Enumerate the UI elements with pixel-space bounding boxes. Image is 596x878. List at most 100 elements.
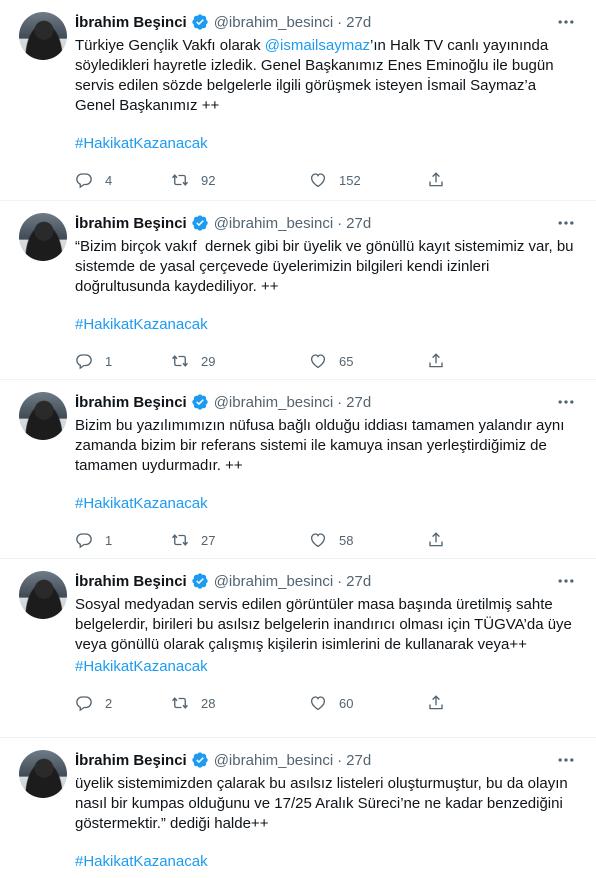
- tweet-text: Bizim bu yazılımımızın nüfusa bağlı oldu…: [75, 417, 569, 474]
- like-button[interactable]: 65: [309, 352, 427, 370]
- retweet-button[interactable]: 28: [171, 694, 309, 712]
- separator-dot: ·: [337, 393, 343, 411]
- tweet[interactable]: İbrahim Beşinci @ibrahim_besinci · 27d B…: [0, 380, 596, 559]
- author-handle[interactable]: @ibrahim_besinci: [214, 752, 333, 769]
- author-name[interactable]: İbrahim Beşinci: [75, 215, 187, 232]
- like-button[interactable]: 58: [309, 531, 427, 549]
- separator-dot: ·: [337, 13, 343, 31]
- tweet-actions: 1 27 58: [75, 530, 580, 562]
- more-icon[interactable]: [556, 571, 576, 591]
- verified-badge-icon: [191, 572, 209, 590]
- tweet-text: “Bizim birçok vakıf dernek gibi bir üyel…: [75, 238, 578, 295]
- like-icon: [309, 531, 327, 549]
- tweet-actions: 4 92 152: [75, 170, 580, 202]
- reply-icon: [75, 694, 93, 712]
- tweet-time[interactable]: 27d: [346, 215, 371, 232]
- retweet-button[interactable]: 27: [171, 531, 309, 549]
- mention-link[interactable]: @ismailsaymaz: [265, 37, 370, 54]
- verified-badge-icon: [191, 751, 209, 769]
- more-icon[interactable]: [556, 213, 576, 233]
- like-icon: [309, 171, 327, 189]
- like-count: 65: [339, 353, 354, 369]
- retweet-button[interactable]: 29: [171, 352, 309, 370]
- hashtag-link[interactable]: #HakikatKazanacak: [75, 494, 580, 514]
- share-icon: [427, 694, 445, 712]
- like-button[interactable]: 60: [309, 694, 427, 712]
- separator-dot: ·: [337, 572, 343, 590]
- verified-badge-icon: [191, 393, 209, 411]
- tweet-time[interactable]: 27d: [346, 394, 371, 411]
- avatar[interactable]: [19, 12, 67, 60]
- tweet-actions: 1 29 65: [75, 351, 580, 383]
- hashtag-link[interactable]: #HakikatKazanacak: [75, 657, 580, 677]
- tweet-actions: 2 28 60: [75, 693, 580, 725]
- reply-button[interactable]: 4: [75, 171, 171, 189]
- like-icon: [309, 694, 327, 712]
- author-handle[interactable]: @ibrahim_besinci: [214, 394, 333, 411]
- reply-count: 1: [105, 532, 113, 548]
- more-icon[interactable]: [556, 750, 576, 770]
- retweet-count: 28: [201, 695, 216, 711]
- share-icon: [427, 171, 445, 189]
- share-button[interactable]: [427, 171, 445, 189]
- author-name[interactable]: İbrahim Beşinci: [75, 573, 187, 590]
- hashtag-link[interactable]: #HakikatKazanacak: [75, 852, 580, 872]
- reply-icon: [75, 352, 93, 370]
- reply-button[interactable]: 2: [75, 694, 171, 712]
- like-count: 58: [339, 532, 354, 548]
- author-handle[interactable]: @ibrahim_besinci: [214, 14, 333, 31]
- retweet-icon: [171, 531, 189, 549]
- more-icon[interactable]: [556, 392, 576, 412]
- author-name[interactable]: İbrahim Beşinci: [75, 394, 187, 411]
- tweet[interactable]: İbrahim Beşinci @ibrahim_besinci · 27d ü…: [0, 738, 596, 878]
- retweet-icon: [171, 171, 189, 189]
- hashtag-link[interactable]: #HakikatKazanacak: [75, 315, 580, 335]
- separator-dot: ·: [337, 214, 343, 232]
- tweet-header: İbrahim Beşinci @ibrahim_besinci · 27d: [75, 390, 580, 414]
- reply-icon: [75, 531, 93, 549]
- avatar[interactable]: [19, 392, 67, 440]
- tweet-text-part: Türkiye Gençlik Vakfı olarak: [75, 37, 265, 54]
- like-icon: [309, 352, 327, 370]
- tweet[interactable]: İbrahim Beşinci @ibrahim_besinci · 27d “…: [0, 201, 596, 380]
- avatar[interactable]: [19, 571, 67, 619]
- tweet-header: İbrahim Beşinci @ibrahim_besinci · 27d: [75, 748, 580, 772]
- verified-badge-icon: [191, 214, 209, 232]
- avatar[interactable]: [19, 750, 67, 798]
- retweet-count: 92: [201, 172, 216, 188]
- tweet-time[interactable]: 27d: [346, 14, 371, 31]
- tweet-text: Türkiye Gençlik Vakfı olarak @ismailsaym…: [75, 36, 580, 116]
- hashtag-link[interactable]: #HakikatKazanacak: [75, 134, 580, 154]
- share-button[interactable]: [427, 531, 445, 549]
- like-button[interactable]: 152: [309, 171, 427, 189]
- reply-count: 1: [105, 353, 113, 369]
- tweet-text: üyelik sistemimizden çalarak bu asılsız …: [75, 775, 572, 832]
- retweet-count: 29: [201, 353, 216, 369]
- share-button[interactable]: [427, 352, 445, 370]
- tweet[interactable]: İbrahim Beşinci @ibrahim_besinci · 27d S…: [0, 559, 596, 738]
- tweet-time[interactable]: 27d: [346, 752, 371, 769]
- retweet-icon: [171, 352, 189, 370]
- share-icon: [427, 531, 445, 549]
- like-count: 152: [339, 172, 361, 188]
- author-name[interactable]: İbrahim Beşinci: [75, 752, 187, 769]
- verified-badge-icon: [191, 13, 209, 31]
- tweet-time[interactable]: 27d: [346, 573, 371, 590]
- tweet-header: İbrahim Beşinci @ibrahim_besinci · 27d: [75, 569, 580, 593]
- share-icon: [427, 352, 445, 370]
- retweet-button[interactable]: 92: [171, 171, 309, 189]
- like-count: 60: [339, 695, 354, 711]
- more-icon[interactable]: [556, 12, 576, 32]
- author-handle[interactable]: @ibrahim_besinci: [214, 215, 333, 232]
- author-handle[interactable]: @ibrahim_besinci: [214, 573, 333, 590]
- avatar[interactable]: [19, 213, 67, 261]
- reply-button[interactable]: 1: [75, 352, 171, 370]
- author-name[interactable]: İbrahim Beşinci: [75, 14, 187, 31]
- reply-icon: [75, 171, 93, 189]
- tweet-header: İbrahim Beşinci @ibrahim_besinci · 27d: [75, 211, 580, 235]
- reply-count: 2: [105, 695, 113, 711]
- share-button[interactable]: [427, 694, 445, 712]
- retweet-icon: [171, 694, 189, 712]
- tweet[interactable]: İbrahim Beşinci @ibrahim_besinci · 27d T…: [0, 0, 596, 201]
- reply-button[interactable]: 1: [75, 531, 171, 549]
